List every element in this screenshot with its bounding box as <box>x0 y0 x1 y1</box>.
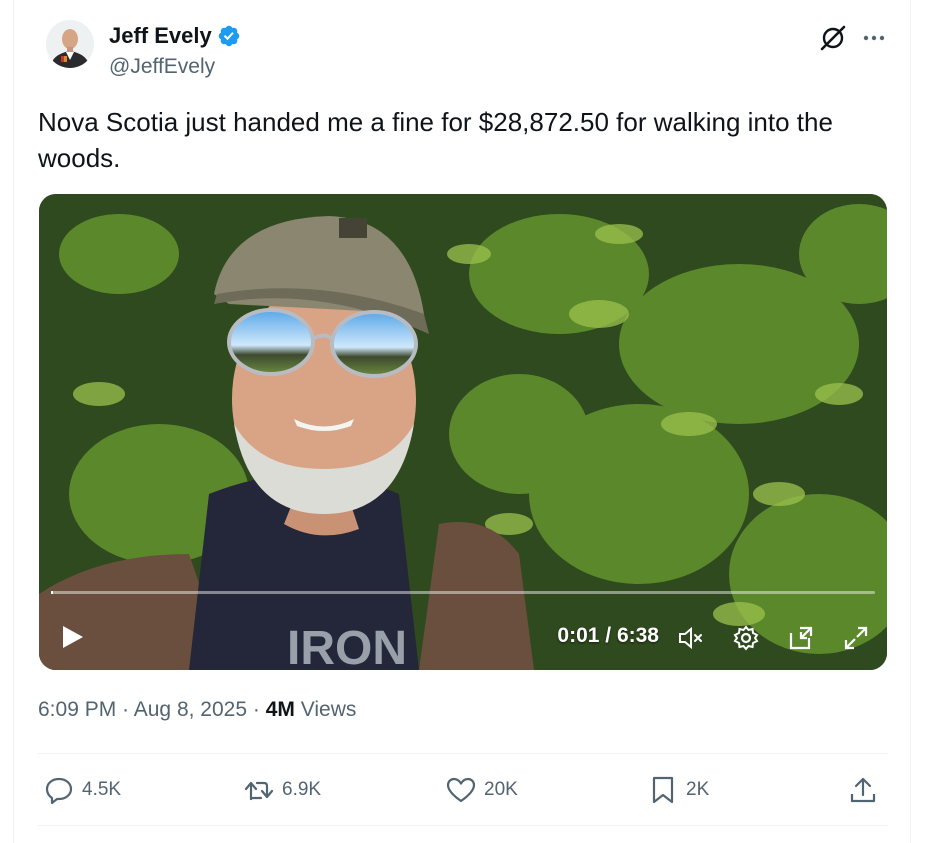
author-handle[interactable]: @JeffEvely <box>109 55 215 79</box>
more-options-icon[interactable] <box>860 26 888 50</box>
share-button[interactable] <box>848 770 878 810</box>
repost-count: 6.9K <box>282 779 322 800</box>
svg-text:IRON: IRON <box>287 622 407 670</box>
tweet-time[interactable]: 6:09 PM <box>38 698 116 721</box>
avatar[interactable] <box>46 20 94 68</box>
meta-separator: · <box>252 698 260 721</box>
video-progress-fill <box>51 591 54 594</box>
reply-button[interactable]: 4.5K <box>44 770 121 810</box>
repost-icon <box>244 781 274 801</box>
share-icon <box>850 777 876 803</box>
video-time-display: 0:01 / 6:38 <box>557 624 659 647</box>
verified-badge-icon <box>218 25 239 47</box>
like-button[interactable]: 20K <box>446 770 518 810</box>
action-bar: 4.5K 6.9K 20K 2K <box>38 770 888 810</box>
tweet-date[interactable]: Aug 8, 2025 <box>134 698 247 721</box>
video-progress-bar[interactable] <box>51 591 875 594</box>
video-frame-image: IRON <box>39 194 887 670</box>
fullscreen-icon[interactable] <box>842 624 870 652</box>
repost-button[interactable]: 6.9K <box>244 770 321 810</box>
divider <box>38 753 888 754</box>
grok-icon[interactable] <box>818 23 848 53</box>
like-count: 20K <box>484 779 518 800</box>
views-label: Views <box>300 698 357 721</box>
tweet-meta: 6:09 PM · Aug 8, 2025 · 4M Views <box>38 698 356 722</box>
mute-icon[interactable] <box>677 624 705 652</box>
tweet-text: Nova Scotia just handed me a fine for $2… <box>38 107 833 173</box>
picture-in-picture-icon[interactable] <box>787 624 815 652</box>
reply-icon <box>45 777 73 805</box>
heart-icon <box>446 777 476 803</box>
reply-count: 4.5K <box>82 779 122 800</box>
author-name[interactable]: Jeff Evely <box>109 23 212 49</box>
bookmark-button[interactable]: 2K <box>648 770 709 810</box>
views-count: 4M <box>265 698 295 721</box>
author-row[interactable]: Jeff Evely <box>109 23 241 49</box>
bookmark-icon <box>652 776 674 804</box>
bookmark-count: 2K <box>686 779 710 800</box>
divider <box>38 825 888 826</box>
video-player[interactable]: IRON 0:01 / 6:38 <box>39 194 887 670</box>
settings-icon[interactable] <box>732 624 760 652</box>
play-icon[interactable] <box>59 624 85 650</box>
meta-separator: · <box>122 698 130 721</box>
